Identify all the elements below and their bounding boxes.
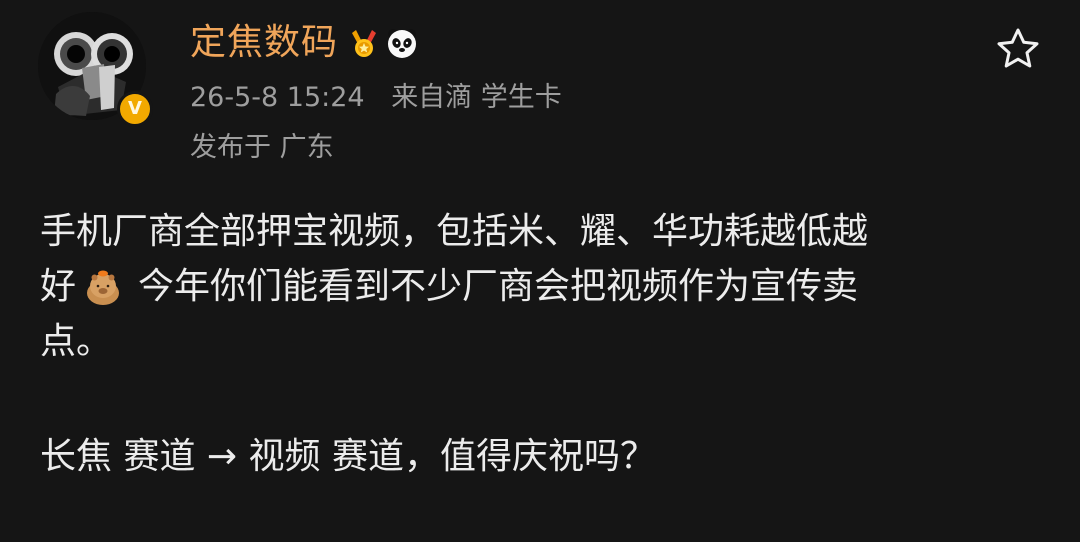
post-location: 发布于 广东 [190, 132, 334, 163]
capybara-emoji-icon [87, 270, 120, 305]
star-icon [997, 28, 1039, 68]
favorite-button[interactable] [995, 26, 1041, 70]
post-source-prefix: 来自滴 [391, 82, 473, 113]
content-line-2-rest: 今年你们能看到不少厂商会把视频作为宣传卖 [138, 266, 859, 307]
post-time: 26-5-8 15:24 [190, 82, 365, 113]
content-line-2-start: 好 [40, 266, 77, 307]
verified-badge: V [117, 91, 153, 127]
medal-icon [352, 30, 377, 57]
content-line-3: 点。 [40, 321, 113, 362]
post-meta: 26-5-8 15:24 来自滴 学生卡 [190, 82, 562, 114]
author-row: 定焦数码 [190, 20, 420, 66]
panda-icon [388, 29, 417, 58]
content-line-4: 长焦 赛道 → 视频 赛道，值得庆祝吗？ [40, 436, 656, 477]
post-source-name[interactable]: 学生卡 [481, 82, 562, 114]
username[interactable]: 定焦数码 [190, 25, 338, 61]
weibo-post: V 定焦数码 26-5-8 15:24 来自滴 学生卡 发布于 广东 手机厂商全… [0, 0, 1080, 542]
content-line-1: 手机厂商全部押宝视频，包括米、耀、华功耗越低越 [40, 211, 869, 252]
post-content: 手机厂商全部押宝视频，包括米、耀、华功耗越低越 好 今年你们能看到不少厂商会把视… [40, 204, 1040, 484]
avatar-container[interactable]: V [38, 12, 153, 127]
content-line-2: 好 今年你们能看到不少厂商会把视频作为宣传卖 [40, 259, 1040, 314]
